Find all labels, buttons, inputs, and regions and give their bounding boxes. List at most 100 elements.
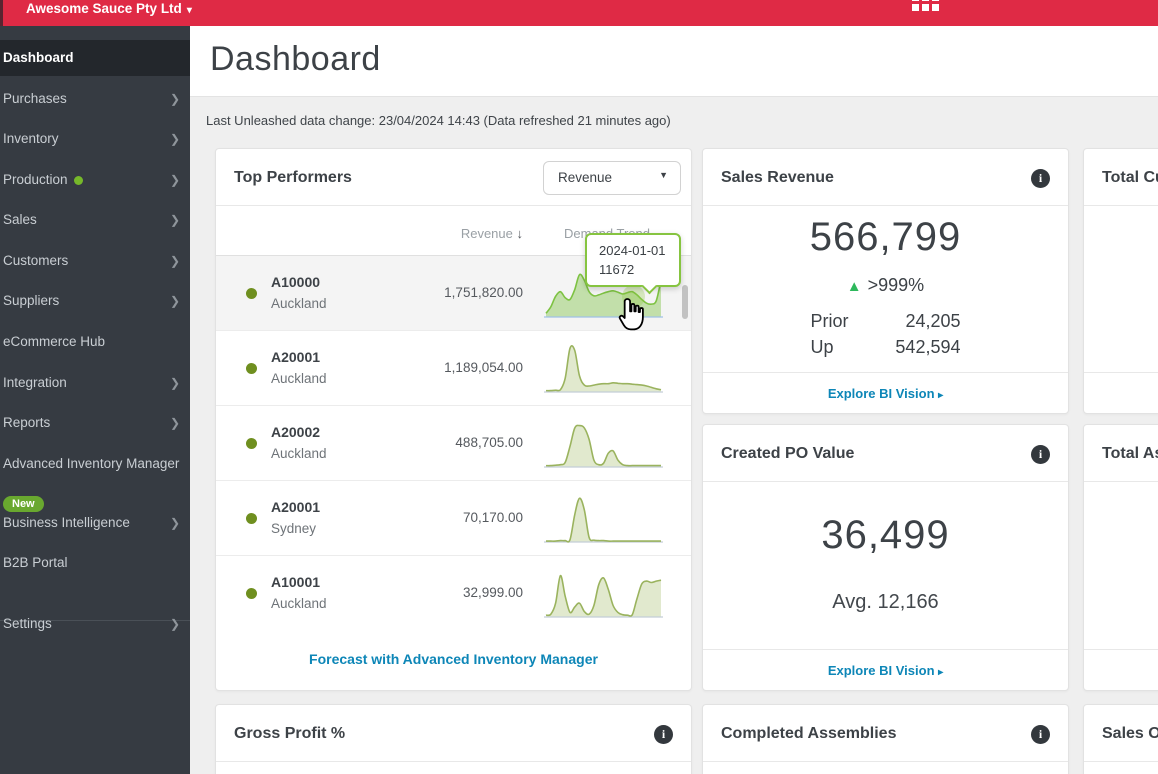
created-po-value-card: Created PO Value i 36,499 Avg. 12,166 Ex… (702, 424, 1069, 691)
sparkline-tooltip: 2024-01-01 11672 (585, 233, 681, 295)
info-icon[interactable]: i (1031, 445, 1050, 464)
card-footer (1084, 372, 1158, 413)
chevron-right-icon: ❯ (169, 416, 180, 430)
forecast-aim-link[interactable]: Forecast with Advanced Inventory Manager (309, 651, 598, 667)
product-location: Auckland (271, 371, 327, 386)
sales-orders-card: Sales O (1083, 704, 1158, 774)
sidebar-item-settings[interactable]: Settings ❯ (0, 606, 190, 642)
completed-assemblies-title: Completed Assemblies (721, 725, 897, 742)
table-row[interactable]: A20001 Auckland 1,189,054.00 (216, 331, 691, 406)
sidebar-item-integration[interactable]: Integration ❯ (0, 365, 190, 401)
arrow-right-icon: ▸ (938, 390, 944, 401)
apps-grid-icon[interactable] (912, 0, 939, 21)
info-icon[interactable]: i (1031, 169, 1050, 188)
chevron-right-icon: ❯ (169, 617, 180, 631)
product-code: A20001 (271, 499, 321, 515)
product-location: Auckland (271, 446, 327, 461)
sidebar-item-reports[interactable]: Reports ❯ (0, 405, 190, 441)
metric-dropdown-value: Revenue (558, 170, 613, 185)
top-performers-header: Top Performers Revenue ▼ (216, 149, 691, 206)
chevron-right-icon: ❯ (169, 132, 180, 146)
sidebar-item-business-intelligence[interactable]: Business Intelligence ❯ (0, 505, 190, 541)
sales-revenue-card: Sales Revenue i 566,799 ▲ >999% Prior 24,2… (702, 148, 1069, 414)
sidebar-item-b2b-portal[interactable]: B2B Portal (0, 545, 190, 581)
top-performers-footer: Forecast with Advanced Inventory Manager (216, 628, 691, 690)
card-footer: Explore BI Vision ▸ (703, 649, 1068, 690)
table-row[interactable]: A10001 Auckland 32,999.00 (216, 556, 691, 631)
table-scrollbar-thumb[interactable] (682, 285, 688, 319)
unleashed-dashboard: Awesome Sauce Pty Ltd ▾ Dashboard Purchas… (0, 0, 1158, 774)
trend-up-icon: ▲ (846, 278, 862, 295)
sidebar-item-dashboard[interactable]: Dashboard (0, 40, 190, 76)
tooltip-date: 2024-01-01 (599, 243, 666, 258)
revenue-value: 1,189,054.00 (444, 360, 523, 375)
product-code: A10000 (271, 274, 321, 290)
product-status-dot (246, 288, 257, 299)
table-row[interactable]: A20001 Sydney 70,170.00 (216, 481, 691, 556)
revenue-value: 70,170.00 (462, 510, 523, 525)
demand-trend-sparkline[interactable] (544, 417, 663, 471)
product-status-dot (246, 513, 257, 524)
product-code: A20002 (271, 424, 321, 440)
chevron-down-icon: ▾ (186, 5, 192, 16)
total-customers-title: Total Cu (1102, 169, 1158, 186)
demand-trend-sparkline[interactable] (544, 567, 663, 621)
total-customers-card: Total Cu (1083, 148, 1158, 414)
product-status-dot (246, 438, 257, 449)
sidebar-item-inventory[interactable]: Inventory ❯ (0, 121, 190, 157)
total-assemblies-card: Total As (1083, 424, 1158, 691)
completed-assemblies-card: Completed Assemblies i (702, 704, 1069, 774)
prior-row: Prior 24,205 (810, 311, 961, 331)
sales-revenue-value: 566,799 (809, 215, 962, 259)
card-footer: Explore BI Vision ▸ (703, 372, 1068, 413)
sidebar-item-customers[interactable]: Customers ❯ (0, 243, 190, 279)
info-icon[interactable]: i (1031, 725, 1050, 744)
sidebar-item-sales[interactable]: Sales ❯ (0, 202, 190, 238)
demand-trend-sparkline[interactable] (544, 492, 663, 546)
top-performers-card: Top Performers Revenue ▼ Revenue ↓ Deman… (215, 148, 692, 691)
sidebar-item-advanced-inventory-manager[interactable]: Advanced Inventory Manager (0, 446, 190, 482)
tooltip-value: 11672 (599, 262, 635, 277)
chevron-right-icon: ❯ (169, 294, 180, 308)
chevron-right-icon: ❯ (169, 516, 180, 530)
created-po-average: Avg. 12,166 (832, 591, 939, 613)
product-status-dot (246, 363, 257, 374)
created-po-title: Created PO Value (721, 445, 855, 462)
hand-cursor-icon (618, 298, 644, 331)
production-status-dot (73, 175, 83, 185)
sidebar-item-suppliers[interactable]: Suppliers ❯ (0, 283, 190, 319)
total-assemblies-title: Total As (1102, 445, 1158, 462)
top-bar: Awesome Sauce Pty Ltd ▾ (0, 0, 1158, 26)
product-code: A20001 (271, 349, 321, 365)
metric-dropdown[interactable]: Revenue ▼ (543, 161, 681, 195)
explore-bi-vision-link[interactable]: Explore BI Vision ▸ (828, 386, 943, 401)
topbar-left-edge (0, 0, 3, 26)
demand-trend-sparkline[interactable] (544, 342, 663, 396)
gross-profit-title: Gross Profit % (234, 725, 346, 742)
sidebar-nav: Dashboard Purchases ❯ Inventory ❯ Producti… (0, 26, 190, 774)
company-selector[interactable]: Awesome Sauce Pty Ltd ▾ (26, 0, 192, 22)
sort-desc-icon: ↓ (516, 226, 524, 241)
sales-revenue-delta: ▲ >999% (846, 275, 925, 295)
info-icon[interactable]: i (654, 725, 673, 744)
up-row: Up 542,594 (810, 337, 961, 357)
revenue-value: 1,751,820.00 (444, 285, 523, 300)
column-header-revenue[interactable]: Revenue ↓ (461, 226, 523, 241)
explore-bi-vision-link[interactable]: Explore BI Vision ▸ (828, 663, 943, 678)
sidebar-item-production[interactable]: Production ❯ (0, 162, 190, 198)
revenue-value: 488,705.00 (455, 435, 523, 450)
created-po-value: 36,499 (821, 513, 950, 557)
chevron-right-icon: ❯ (169, 173, 180, 187)
sidebar-item-purchases[interactable]: Purchases ❯ (0, 81, 190, 117)
card-footer (1084, 649, 1158, 690)
sidebar-item-ecommerce-hub[interactable]: eCommerce Hub (0, 324, 190, 360)
chevron-down-icon: ▼ (659, 170, 668, 180)
gross-profit-card: Gross Profit % i (215, 704, 692, 774)
sales-orders-title: Sales O (1102, 725, 1158, 742)
product-location: Sydney (271, 521, 317, 536)
table-row[interactable]: A20002 Auckland 488,705.00 (216, 406, 691, 481)
product-location: Auckland (271, 296, 327, 311)
company-name: Awesome Sauce Pty Ltd (26, 1, 182, 16)
chevron-right-icon: ❯ (169, 376, 180, 390)
data-refresh-note: Last Unleashed data change: 23/04/2024 1… (206, 113, 671, 128)
